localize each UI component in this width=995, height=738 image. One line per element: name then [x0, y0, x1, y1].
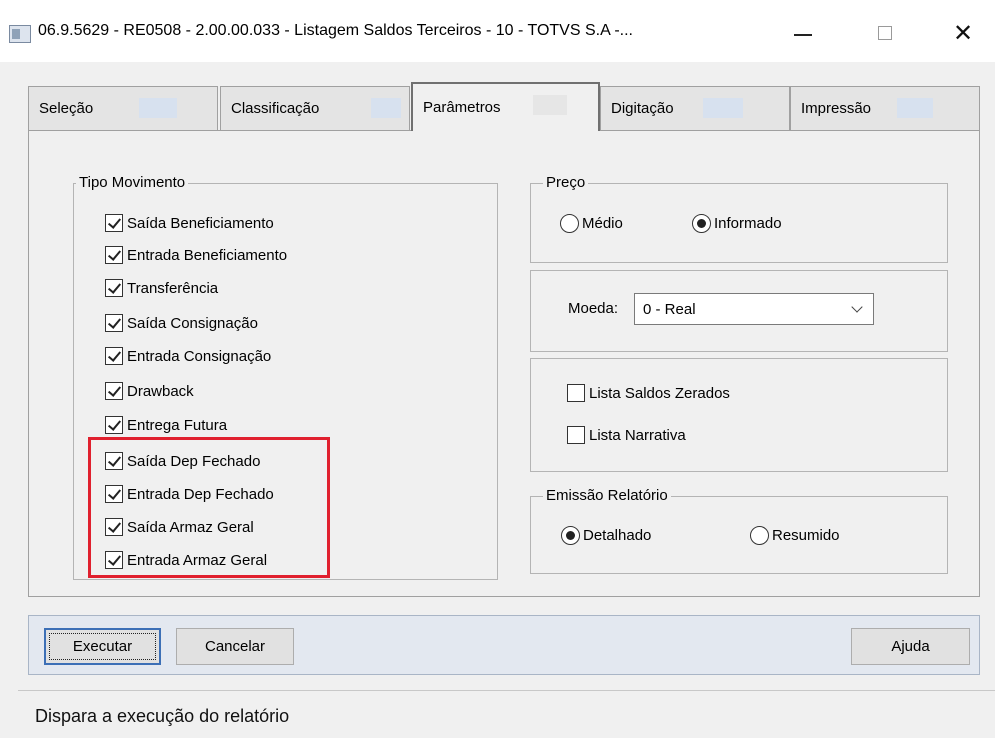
checkbox-label: Lista Narrativa	[589, 426, 686, 444]
checkbox-label: Saída Consignação	[127, 314, 258, 332]
close-icon: ✕	[952, 19, 974, 47]
radio-medio[interactable]: Médio	[560, 214, 623, 233]
checkbox-label: Transferência	[127, 279, 219, 297]
close-button[interactable]: ✕	[940, 16, 986, 50]
radio-resumido[interactable]: Resumido	[750, 526, 840, 545]
tab-parametros[interactable]: Parâmetros	[411, 82, 600, 131]
tab-label: Parâmetros	[423, 99, 501, 116]
checkbox-box[interactable]	[105, 416, 123, 434]
minimize-button[interactable]	[780, 16, 826, 50]
checkbox-box[interactable]	[105, 347, 123, 365]
checkbox-box[interactable]	[105, 314, 123, 332]
executar-button[interactable]: Executar	[44, 628, 161, 665]
checkbox-lista-narrativa[interactable]: Lista Narrativa	[567, 426, 686, 444]
checkbox-saida-consignacao[interactable]: Saída Consignação	[105, 314, 258, 332]
radio-detalhado[interactable]: Detalhado	[561, 526, 651, 545]
checkbox-box[interactable]	[105, 246, 123, 264]
tab-pad	[533, 95, 567, 115]
status-text: Dispara a execução do relatório	[35, 706, 290, 726]
ajuda-button[interactable]: Ajuda	[851, 628, 970, 665]
radio-button[interactable]	[560, 214, 579, 233]
radio-button[interactable]	[692, 214, 711, 233]
checkbox-box[interactable]	[105, 279, 123, 297]
checkbox-label: Lista Saldos Zerados	[589, 384, 730, 402]
tab-digitacao[interactable]: Digitação	[600, 86, 790, 130]
moeda-select[interactable]: 0 - Real	[634, 293, 874, 325]
checkbox-entrada-consignacao[interactable]: Entrada Consignação	[105, 347, 271, 365]
checkbox-entrega-futura[interactable]: Entrega Futura	[105, 416, 227, 434]
checkbox-box[interactable]	[567, 426, 585, 444]
tab-label: Digitação	[611, 100, 674, 117]
checkbox-box[interactable]	[567, 384, 585, 402]
tab-pad	[139, 98, 177, 118]
checkbox-drawback[interactable]: Drawback	[105, 382, 194, 400]
highlight-annotation	[88, 437, 330, 578]
radio-label: Informado	[714, 215, 782, 232]
group-title: Preço	[543, 174, 589, 191]
tab-label: Impressão	[801, 100, 872, 117]
checkbox-box[interactable]	[105, 382, 123, 400]
button-label: Cancelar	[204, 638, 266, 655]
button-bar	[28, 615, 980, 675]
checkbox-entrada-beneficiamento[interactable]: Entrada Beneficiamento	[105, 246, 287, 264]
tab-label: Classificação	[231, 100, 320, 117]
cancelar-button[interactable]: Cancelar	[176, 628, 294, 665]
tab-label: Seleção	[39, 100, 94, 117]
radio-label: Médio	[582, 215, 623, 232]
checkbox-label: Entrada Consignação	[127, 347, 272, 365]
checkbox-label: Drawback	[127, 382, 194, 400]
tab-pad	[371, 98, 401, 118]
group-title: Emissão Relatório	[543, 487, 671, 504]
tab-pad	[897, 98, 933, 118]
title-bar: 06.9.5629 - RE0508 - 2.00.00.033 - Lista…	[0, 0, 995, 62]
radio-label: Resumido	[772, 527, 840, 544]
minimize-icon	[794, 34, 812, 36]
focus-rect	[49, 633, 156, 660]
app-icon	[9, 25, 31, 43]
checkbox-label: Entrada Beneficiamento	[127, 246, 288, 264]
checkbox-transferencia[interactable]: Transferência	[105, 279, 218, 297]
radio-button[interactable]	[561, 526, 580, 545]
tab-classificacao[interactable]: Classificação	[220, 86, 410, 130]
checkbox-saida-beneficiamento[interactable]: Saída Beneficiamento	[105, 214, 274, 232]
checkbox-lista-saldos-zerados[interactable]: Lista Saldos Zerados	[567, 384, 730, 402]
moeda-label: Moeda:	[568, 300, 619, 317]
maximize-icon	[878, 26, 892, 40]
checkbox-label: Saída Beneficiamento	[127, 214, 274, 232]
moeda-value: 0 - Real	[643, 300, 696, 318]
button-label: Ajuda	[891, 638, 930, 655]
checkbox-box[interactable]	[105, 214, 123, 232]
radio-label: Detalhado	[583, 527, 652, 544]
radio-informado[interactable]: Informado	[692, 214, 782, 233]
window-title: 06.9.5629 - RE0508 - 2.00.00.033 - Lista…	[38, 22, 633, 39]
status-bar: Dispara a execução do relatório	[18, 690, 995, 738]
tab-pad	[703, 98, 743, 118]
checkbox-label: Entrega Futura	[127, 416, 228, 434]
chevron-down-icon	[851, 301, 863, 313]
maximize-button[interactable]	[862, 16, 908, 50]
lista-group	[530, 358, 948, 472]
radio-button[interactable]	[750, 526, 769, 545]
tab-selecao[interactable]: Seleção	[28, 86, 218, 130]
group-title: Tipo Movimento	[76, 174, 189, 191]
tab-impressao[interactable]: Impressão	[790, 86, 980, 130]
